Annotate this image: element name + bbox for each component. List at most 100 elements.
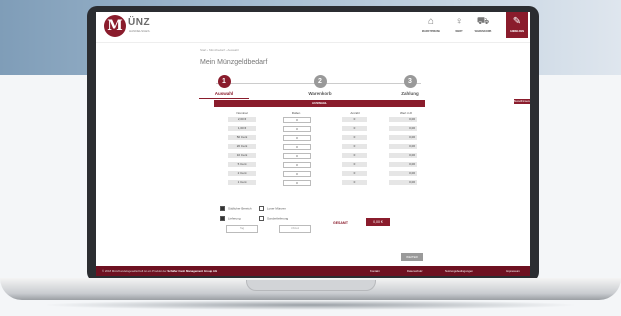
table-title: AUSWAHL xyxy=(214,100,425,107)
anzahl-cell: 0 xyxy=(342,162,367,167)
table-row: 1,00 € 0 0 0,00 xyxy=(214,126,425,133)
step-label: Auswahl xyxy=(214,91,234,96)
logo-subtext: HANDELSGES. xyxy=(129,29,151,33)
rollen-input[interactable]: 0 xyxy=(283,135,311,141)
logo-text[interactable]: ÜNZ xyxy=(128,17,150,28)
step-number: 1 xyxy=(217,75,231,88)
col-header-wert: Wert in € xyxy=(400,111,412,115)
col-header-nominal: Nominal xyxy=(236,111,248,115)
col-header-anzahl: Anzahl xyxy=(350,111,360,115)
step-label: Zahlung xyxy=(401,91,419,96)
table-row: 5 Cent 0 0 0,00 xyxy=(214,162,425,169)
checkbox-checked[interactable] xyxy=(220,216,225,221)
table-row: 50 Cent 0 0 0,00 xyxy=(214,135,425,142)
table-row: 10 Cent 0 0 0,00 xyxy=(214,153,425,160)
nav-wert[interactable]: ♀ Wert xyxy=(448,16,470,33)
option-lieferung[interactable]: Lieferung xyxy=(220,216,241,221)
nav-label: Wert xyxy=(455,30,463,33)
nominal-cell: 2 Cent xyxy=(228,171,256,176)
nav-anmelden[interactable]: ✎ Anmelden xyxy=(506,12,528,38)
checkbox-unchecked[interactable] xyxy=(259,206,264,211)
side-hint-button[interactable]: Bestellhinweise xyxy=(514,99,530,104)
table-row: 2 Cent 0 0 0,00 xyxy=(214,171,425,178)
rollen-input[interactable]: 0 xyxy=(283,117,311,123)
anzahl-cell: 0 xyxy=(342,126,367,131)
wert-cell: 0,00 xyxy=(389,180,417,185)
option-lose-muenzen[interactable]: Loser Münzen xyxy=(259,206,286,211)
option-sonderlieferung[interactable]: Sonderlieferung xyxy=(259,216,288,221)
piggy-icon: ♀ xyxy=(455,16,463,27)
footer-company[interactable]: Schäfer Cash Management Group AG xyxy=(167,269,217,273)
footer-link-kontakt[interactable]: Kontakt xyxy=(370,269,380,273)
col-header-rollen: Rollen xyxy=(291,111,301,115)
nominal-cell: 5 Cent xyxy=(228,162,256,167)
anzahl-cell: 0 xyxy=(342,180,367,185)
option-label: Lieferung xyxy=(228,216,241,221)
step-label: Warenkorb xyxy=(308,91,332,96)
total-value: 0,00 € xyxy=(366,218,390,226)
time-input[interactable]: Uhrzeit xyxy=(279,225,311,233)
option-label: Sonderlieferung xyxy=(267,216,289,221)
nominal-cell: 1 Cent xyxy=(228,180,256,185)
rollen-input[interactable]: 0 xyxy=(283,144,311,150)
edit-icon: ✎ xyxy=(512,16,522,27)
rollen-input[interactable]: 0 xyxy=(283,180,311,186)
option-suedlich[interactable]: Südlicher Bereich xyxy=(220,206,252,211)
rollen-input[interactable]: 0 xyxy=(283,126,311,132)
nav-warenkorb[interactable]: ⛟ Warenkorb xyxy=(472,16,494,33)
nav-label: Warenkorb xyxy=(474,30,492,33)
wert-cell: 0,00 xyxy=(389,117,417,122)
laptop-notch xyxy=(246,280,376,291)
wert-cell: 0,00 xyxy=(389,144,417,149)
date-input[interactable]: Tag xyxy=(226,225,258,233)
bank-icon: ⌂ xyxy=(427,16,435,27)
option-label: Loser Münzen xyxy=(267,206,287,211)
nav-label: Marktpreise xyxy=(421,30,441,33)
step-zahlung[interactable]: 3 Zahlung xyxy=(385,75,435,96)
next-button[interactable]: WEITER xyxy=(401,253,423,261)
anzahl-cell: 0 xyxy=(342,153,367,158)
breadcrumb[interactable]: Start › Münzbedarf › Auswahl xyxy=(200,48,239,52)
table-row: 20 Cent 0 0 0,00 xyxy=(214,144,425,151)
rollen-input[interactable]: 0 xyxy=(283,153,311,159)
footer-link-impressum[interactable]: Impressum xyxy=(506,269,520,273)
screen: M ÜNZ HANDELSGES. ⌂ Marktpreise ♀ Wert ⛟… xyxy=(96,12,530,276)
nominal-cell: 2,00 € xyxy=(228,117,256,122)
page-title: Mein Münzgeldbedarf xyxy=(200,59,268,66)
logo-icon[interactable]: M xyxy=(104,15,126,37)
footer-copyright: © 2018 Münzhandelsgesellschaft ist ein P… xyxy=(102,269,217,273)
step-warenkorb[interactable]: 2 Warenkorb xyxy=(295,75,345,96)
footer-link-datenschutz[interactable]: Datenschutz xyxy=(407,269,423,273)
anzahl-cell: 0 xyxy=(342,144,367,149)
footer-link-nutzungsbedingungen[interactable]: Nutzungsbedingungen xyxy=(445,269,473,273)
total-label: GESAMT xyxy=(333,221,348,225)
rollen-input[interactable]: 0 xyxy=(283,162,311,168)
nav-label: Anmelden xyxy=(509,30,525,33)
nominal-cell: 50 Cent xyxy=(228,135,256,140)
step-number: 2 xyxy=(313,75,327,88)
option-label: Südlicher Bereich xyxy=(228,206,252,211)
laptop-shadow xyxy=(40,300,580,310)
nav-marktpreise[interactable]: ⌂ Marktpreise xyxy=(420,16,442,33)
footer-prefix: © 2018 Münzhandelsgesellschaft ist ein P… xyxy=(102,269,167,273)
nominal-cell: 10 Cent xyxy=(228,153,256,158)
anzahl-cell: 0 xyxy=(342,171,367,176)
site-header: M ÜNZ HANDELSGES. ⌂ Marktpreise ♀ Wert ⛟… xyxy=(96,12,530,43)
table-row: 1 Cent 0 0 0,00 xyxy=(214,180,425,187)
step-number: 3 xyxy=(403,75,417,88)
wert-cell: 0,00 xyxy=(389,126,417,131)
nominal-cell: 1,00 € xyxy=(228,126,256,131)
anzahl-cell: 0 xyxy=(342,117,367,122)
site-footer: © 2018 Münzhandelsgesellschaft ist ein P… xyxy=(96,266,530,276)
checkbox-checked[interactable] xyxy=(220,206,225,211)
wert-cell: 0,00 xyxy=(389,171,417,176)
cart-icon: ⛟ xyxy=(476,16,490,27)
step-underline xyxy=(199,98,249,99)
table-row: 2,00 € 0 0 0,00 xyxy=(214,117,425,124)
wert-cell: 0,00 xyxy=(389,153,417,158)
step-auswahl[interactable]: 1 Auswahl xyxy=(199,75,249,99)
rollen-input[interactable]: 0 xyxy=(283,171,311,177)
checkbox-unchecked[interactable] xyxy=(259,216,264,221)
wert-cell: 0,00 xyxy=(389,162,417,167)
wert-cell: 0,00 xyxy=(389,135,417,140)
